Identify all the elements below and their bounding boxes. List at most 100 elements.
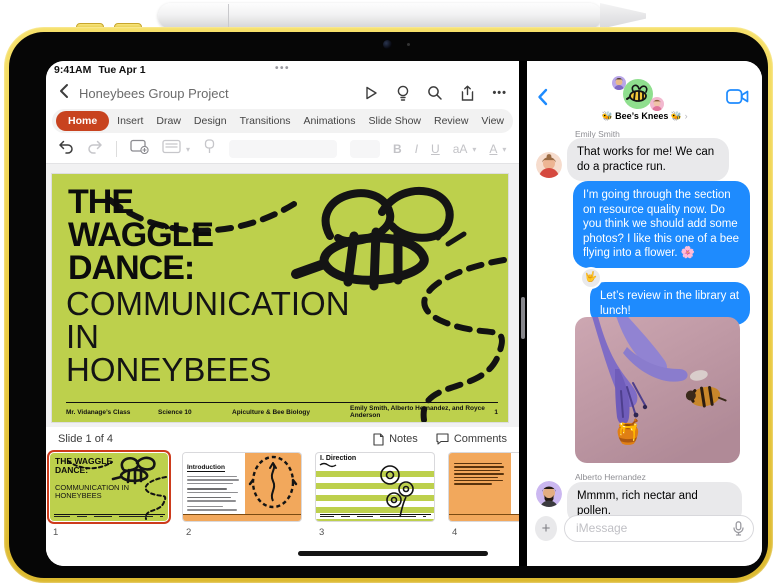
footer-authors: Emily Smith, Alberto Hernandez, and Royc… bbox=[350, 405, 485, 419]
thumbnail-slide-1[interactable]: THE WAGGLE DANCE: COMMUNICATION IN HONEY… bbox=[50, 453, 168, 538]
thumbnail-4-text-side bbox=[449, 453, 511, 514]
text-size-chevron-icon: ▾ bbox=[472, 144, 477, 154]
present-play-icon[interactable] bbox=[363, 85, 379, 101]
tab-design[interactable]: Design bbox=[189, 115, 232, 127]
notes-button[interactable]: Notes bbox=[373, 432, 418, 446]
honey-pot-sticker: 🍯 bbox=[613, 419, 643, 446]
slide-subtitle-line-3: HONEYBEES bbox=[66, 351, 272, 388]
home-indicator[interactable] bbox=[298, 551, 488, 556]
screenshot-stage: 9:41AM Tue Apr 1 ••• Honeybees Group Proj… bbox=[0, 0, 777, 587]
back-icon[interactable] bbox=[58, 83, 69, 104]
slide-title-line-1: THE bbox=[68, 183, 134, 221]
slide-subtitle-line-2: IN bbox=[66, 318, 99, 355]
slide-title-text[interactable]: THE WAGGLE DANCE: bbox=[68, 183, 214, 285]
powerpoint-title-bar: Honeybees Group Project ••• bbox=[46, 79, 519, 107]
laser-pointer-icon[interactable] bbox=[203, 139, 216, 159]
new-slide-icon[interactable] bbox=[130, 139, 149, 159]
slide-status-row: Slide 1 of 4 Notes Comments bbox=[46, 427, 519, 451]
formatting-toolbar: ▾ B I U aA ▾ A ▾ bbox=[46, 135, 519, 163]
ipad-screen: 9:41AM Tue Apr 1 ••• Honeybees Group Proj… bbox=[46, 61, 762, 566]
apple-pencil-seam bbox=[228, 4, 229, 28]
font-color-chevron-icon: ▾ bbox=[502, 144, 507, 154]
ribbon-tab-bar: Home Insert Draw Design Transitions Anim… bbox=[52, 109, 513, 133]
group-member-avatar-2 bbox=[650, 97, 664, 111]
tab-insert[interactable]: Insert bbox=[112, 115, 148, 127]
more-options-icon[interactable]: ••• bbox=[492, 87, 507, 99]
thumbnail-2-heading: Introduction bbox=[187, 464, 225, 472]
facetime-video-icon[interactable] bbox=[726, 89, 749, 109]
thumbnail-3-heading: I. Direction bbox=[320, 455, 357, 462]
mic-dot bbox=[407, 43, 410, 46]
imessage-input-wrap[interactable] bbox=[564, 514, 754, 542]
slide-subtitle-text[interactable]: COMMUNICATION IN HONEYBEES bbox=[66, 287, 350, 386]
add-attachment-button[interactable]: + bbox=[535, 515, 557, 541]
font-name-field[interactable] bbox=[229, 140, 338, 158]
messages-back-icon[interactable] bbox=[537, 88, 548, 111]
tapback-reaction[interactable]: 🤟 bbox=[580, 267, 602, 289]
tab-view[interactable]: View bbox=[476, 115, 509, 127]
ipad-bezel: 9:41AM Tue Apr 1 ••• Honeybees Group Proj… bbox=[9, 32, 768, 578]
notes-icon bbox=[373, 432, 384, 446]
thumbnail-number: 1 bbox=[53, 527, 59, 538]
avatar-alberto bbox=[536, 481, 562, 507]
avatar-emily bbox=[536, 152, 562, 178]
footer-subject: Apiculture & Bee Biology bbox=[232, 408, 311, 416]
redo-icon[interactable] bbox=[87, 140, 103, 159]
text-size-button[interactable]: aA bbox=[453, 142, 468, 156]
group-avatar-bee[interactable] bbox=[623, 79, 653, 109]
layout-icon[interactable] bbox=[162, 139, 181, 159]
comments-button[interactable]: Comments bbox=[436, 433, 507, 445]
undo-icon[interactable] bbox=[58, 140, 74, 159]
font-size-field[interactable] bbox=[350, 140, 381, 158]
split-view-drag-handle[interactable] bbox=[521, 297, 525, 339]
thumbnail-number: 4 bbox=[452, 527, 458, 538]
layout-chevron-icon: ▾ bbox=[186, 144, 191, 154]
bold-button[interactable]: B bbox=[393, 142, 402, 156]
search-icon[interactable] bbox=[427, 85, 443, 101]
thumbnail-2-footer bbox=[183, 514, 301, 521]
slide-subtitle-line-1: COMMUNICATION bbox=[66, 285, 350, 322]
thumbnail-4-footer bbox=[449, 514, 519, 521]
thumbnail-2-text-side: Introduction bbox=[183, 453, 245, 514]
font-color-button[interactable]: A bbox=[489, 142, 497, 156]
thumbnail-slide-4[interactable]: 4 bbox=[449, 453, 519, 538]
message-compose-row: + bbox=[535, 513, 754, 543]
group-name-button[interactable]: 🐝 Bee’s Knees 🐝 › bbox=[527, 111, 762, 122]
thumbnail-slide-2[interactable]: Introduction 2 bbox=[183, 453, 301, 538]
tab-animations[interactable]: Animations bbox=[299, 115, 361, 127]
underline-button[interactable]: U bbox=[431, 142, 440, 156]
multitask-handle-left[interactable]: ••• bbox=[46, 63, 519, 74]
tab-slideshow[interactable]: Slide Show bbox=[363, 115, 426, 127]
slide-title-line-2: WAGGLE bbox=[68, 216, 214, 254]
italic-button[interactable]: I bbox=[415, 142, 418, 156]
apple-pencil-tip bbox=[600, 3, 646, 29]
thumbnail-slide-3[interactable]: I. Direction 3 bbox=[316, 453, 434, 538]
tab-draw[interactable]: Draw bbox=[151, 115, 186, 127]
messages-app-pane: ••• 100% bbox=[527, 61, 762, 566]
tab-review[interactable]: Review bbox=[429, 115, 473, 127]
footer-page-number: 1 bbox=[494, 408, 498, 416]
thumbnail-2-diagram-side bbox=[245, 453, 301, 514]
share-icon[interactable] bbox=[460, 85, 475, 102]
thumbnail-number: 3 bbox=[319, 527, 325, 538]
designer-lightbulb-icon[interactable] bbox=[396, 85, 410, 102]
apple-pencil bbox=[158, 3, 602, 29]
slide-canvas: THE WAGGLE DANCE: COMMUNICATION IN HONEY… bbox=[46, 163, 519, 427]
imessage-input[interactable] bbox=[574, 520, 733, 536]
slide-1-editor[interactable]: THE WAGGLE DANCE: COMMUNICATION IN HONEY… bbox=[52, 174, 508, 422]
message-bubble-me-1: I’m going through the section on resourc… bbox=[573, 181, 754, 268]
powerpoint-app-pane: 9:41AM Tue Apr 1 ••• Honeybees Group Proj… bbox=[46, 61, 519, 566]
footer-class: Mr. Vidanage’s Class bbox=[66, 408, 131, 416]
sender-label-alberto: Alberto Hernandez bbox=[575, 472, 646, 482]
thumbnail-3-footer bbox=[320, 513, 431, 517]
slide-footer: Mr. Vidanage’s Class Science 10 Apicultu… bbox=[66, 402, 498, 419]
bee-doodle bbox=[291, 186, 467, 291]
ipad-device-frame: 9:41AM Tue Apr 1 ••• Honeybees Group Proj… bbox=[4, 27, 773, 583]
comments-icon bbox=[436, 433, 449, 445]
dictation-mic-icon[interactable] bbox=[733, 520, 744, 536]
document-title: Honeybees Group Project bbox=[79, 85, 229, 101]
tab-transitions[interactable]: Transitions bbox=[235, 115, 296, 127]
group-chevron-icon: › bbox=[684, 111, 688, 121]
tab-home[interactable]: Home bbox=[56, 111, 110, 131]
photo-attachment-bee-flower[interactable]: 🍯 bbox=[575, 317, 740, 463]
